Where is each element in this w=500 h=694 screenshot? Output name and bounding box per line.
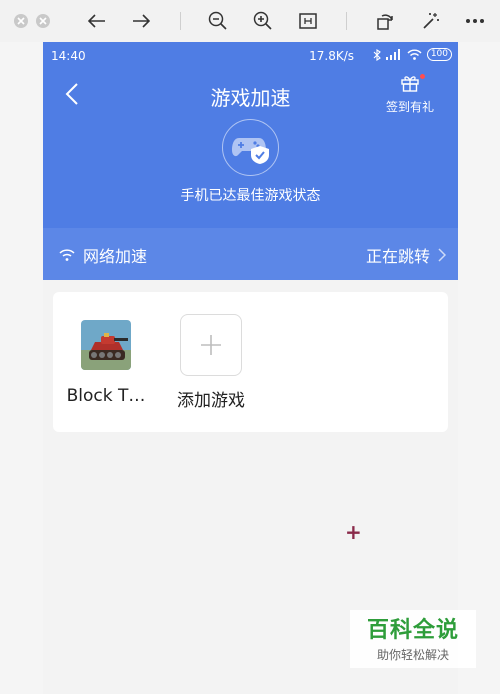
battery-indicator: 100 xyxy=(426,48,452,61)
game-label: Block T… xyxy=(66,386,146,406)
minimize-icon[interactable] xyxy=(36,14,50,28)
rotate-icon[interactable] xyxy=(372,8,398,34)
phone-screen: 14:40 17.8K/s 100 游戏加速 签到有礼 手机已达最佳游戏状态 网… xyxy=(43,42,458,694)
notification-dot xyxy=(420,74,425,79)
watermark: 百科全说 助你轻松解决 xyxy=(350,610,476,668)
checkin-label: 签到有礼 xyxy=(385,100,434,114)
zoom-in-icon[interactable] xyxy=(250,8,276,34)
status-message: 手机已达最佳游戏状态 xyxy=(180,188,321,204)
plus-icon xyxy=(201,335,221,355)
back-arrow-icon[interactable] xyxy=(84,8,110,34)
network-speed: 17.8K/s xyxy=(309,49,354,63)
title-row: 游戏加速 签到有礼 xyxy=(43,74,458,114)
watermark-title: 百科全说 xyxy=(366,618,459,643)
chevron-right-icon xyxy=(438,248,446,262)
toolbar-divider xyxy=(346,12,347,30)
add-game-label: 添加游戏 xyxy=(177,391,245,411)
network-accel-row[interactable]: 网络加速 正在跳转 xyxy=(43,228,458,280)
watermark-subtitle: 助你轻松解决 xyxy=(376,648,449,662)
checkin-button[interactable]: 签到有礼 xyxy=(384,74,436,115)
network-accel-label: 网络加速 xyxy=(83,247,148,266)
signal-icon xyxy=(385,49,400,60)
gift-icon xyxy=(401,76,419,92)
zoom-out-icon[interactable] xyxy=(205,8,231,34)
add-game-tile xyxy=(180,314,242,376)
toolbar-divider xyxy=(180,12,181,30)
game-status-badge xyxy=(222,119,279,176)
game-item[interactable]: Block T… xyxy=(61,320,151,406)
status-icons: 100 xyxy=(373,48,452,61)
magic-wand-icon[interactable] xyxy=(418,8,444,34)
game-thumbnail xyxy=(81,320,131,370)
status-time: 14:40 xyxy=(51,49,86,63)
network-status-group: 正在跳转 xyxy=(366,243,446,267)
status-bar: 14:40 17.8K/s 100 xyxy=(43,42,458,70)
viewer-toolbar xyxy=(0,0,500,42)
close-icon[interactable] xyxy=(14,14,28,28)
network-status: 正在跳转 xyxy=(365,247,430,266)
forward-arrow-icon[interactable] xyxy=(128,8,154,34)
fit-page-icon[interactable] xyxy=(295,8,321,34)
add-game-button[interactable]: 添加游戏 xyxy=(166,314,256,411)
wifi-icon xyxy=(407,49,422,60)
tank-game-icon xyxy=(81,320,131,370)
header-panel: 14:40 17.8K/s 100 游戏加速 签到有礼 手机已达最佳游戏状态 网… xyxy=(43,42,458,280)
wifi-icon xyxy=(59,249,75,261)
more-icon[interactable] xyxy=(462,8,488,34)
bluetooth-icon xyxy=(373,48,381,61)
network-accel-label-group: 网络加速 xyxy=(59,243,147,267)
games-card: Block T… 添加游戏 xyxy=(53,292,448,432)
cursor-plus-icon: + xyxy=(345,520,362,544)
gamepad-shield-icon xyxy=(231,137,269,164)
